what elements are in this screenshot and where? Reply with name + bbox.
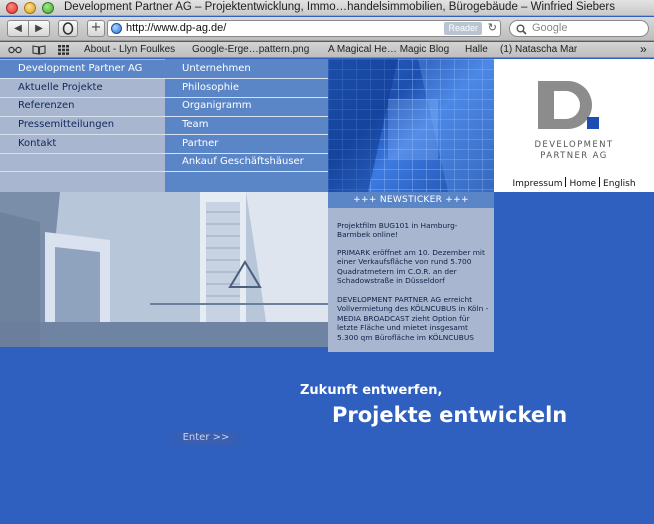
- nav-item-aktuelle-projekte[interactable]: Aktuelle Projekte: [0, 79, 165, 97]
- address-bar[interactable]: http://www.dp-ag.de/ Reader ↻: [107, 20, 501, 37]
- logo-text-line1: DEVELOPMENT: [534, 140, 614, 150]
- nav-item-partner[interactable]: Partner: [165, 135, 328, 153]
- search-icon: [516, 24, 527, 35]
- bookmark-item[interactable]: Google-Erge…pattern.png: [192, 44, 309, 55]
- building-facade-image: [328, 59, 494, 192]
- utility-links: Impressum Home English: [494, 177, 654, 189]
- web-page: Development Partner AG Aktuelle Projekte…: [0, 59, 654, 524]
- architecture-graphic: [0, 192, 328, 347]
- newsticker-panel: +++ NEWSTICKER +++ Projektfilm BUG101 in…: [328, 192, 494, 352]
- enter-button[interactable]: Enter >>: [166, 431, 246, 445]
- home-link[interactable]: Home: [569, 179, 596, 189]
- title-bar: Development Partner AG – Projektentwickl…: [0, 0, 654, 16]
- nav-item-ankauf[interactable]: Ankauf Geschäftshäuser: [165, 153, 328, 171]
- nav-item-philosophie[interactable]: Philosophie: [165, 79, 328, 97]
- bookmark-item[interactable]: A Magical He… Magic Blog: [328, 44, 449, 55]
- dp-logo-icon[interactable]: [538, 81, 600, 129]
- back-arrow-icon: ◀: [14, 23, 22, 34]
- nav-item-referenzen[interactable]: Referenzen: [0, 97, 165, 115]
- add-bookmark-button[interactable]: +: [87, 20, 105, 37]
- bookmark-item[interactable]: Halle: [465, 44, 488, 55]
- reload-icon[interactable]: ↻: [488, 21, 497, 34]
- grid-icon[interactable]: [58, 45, 69, 55]
- impressum-link[interactable]: Impressum: [512, 179, 562, 189]
- reader-button[interactable]: Reader: [444, 22, 482, 35]
- nav-item-team[interactable]: Team: [165, 116, 328, 134]
- back-button[interactable]: ◀: [7, 20, 29, 37]
- more-bookmarks-icon[interactable]: »: [640, 42, 647, 56]
- logo-panel: DEVELOPMENT PARTNER AG Impressum Home Engl…: [494, 59, 654, 192]
- forward-button[interactable]: ▶: [28, 20, 50, 37]
- news-item[interactable]: Projektfilm BUG101 in Hamburg-Barmbek on…: [337, 221, 489, 240]
- search-placeholder: Google: [532, 22, 568, 34]
- plus-icon: +: [90, 20, 102, 35]
- tagline-big: Projekte entwickeln: [332, 403, 568, 427]
- minimize-window-button[interactable]: [24, 2, 36, 14]
- tagline-small: Zukunft entwerfen,: [300, 383, 443, 398]
- url-text[interactable]: http://www.dp-ag.de/: [126, 22, 226, 34]
- newsticker-heading: +++ NEWSTICKER +++: [328, 192, 494, 208]
- close-window-button[interactable]: [6, 2, 18, 14]
- top-sites-button[interactable]: [58, 20, 78, 37]
- logo-text-line2: PARTNER AG: [540, 151, 608, 161]
- bookmarks-book-icon[interactable]: [32, 45, 46, 55]
- globe-icon: [111, 23, 122, 34]
- bookmark-item[interactable]: (1) Natascha Mar: [500, 44, 577, 55]
- bookmarks-bar: About - Llyn Foulkes Google-Erge…pattern…: [0, 42, 654, 58]
- nav-item-development-partner[interactable]: Development Partner AG: [0, 60, 165, 78]
- search-field[interactable]: Google: [509, 20, 649, 37]
- nav-item-pressemitteilungen[interactable]: Pressemitteilungen: [0, 116, 165, 134]
- reading-list-icon[interactable]: [8, 46, 22, 54]
- window-title: Development Partner AG – Projektentwickl…: [64, 1, 615, 13]
- architecture-collage-image: [0, 192, 328, 347]
- nav-item-organigramm[interactable]: Organigramm: [165, 97, 328, 115]
- nav-item-kontakt[interactable]: Kontakt: [0, 135, 165, 153]
- english-link[interactable]: English: [603, 179, 636, 189]
- news-item[interactable]: DEVELOPMENT PARTNER AG erreicht Vollverm…: [337, 295, 489, 342]
- forward-arrow-icon: ▶: [35, 23, 43, 34]
- facade-reflection-graphic: [328, 59, 494, 192]
- bookmark-item[interactable]: About - Llyn Foulkes: [84, 44, 175, 55]
- nav-item-unternehmen[interactable]: Unternehmen: [165, 60, 328, 78]
- browser-toolbar: ◀ ▶ + http://www.dp-ag.de/ Reader ↻ Goog…: [0, 17, 654, 41]
- nav-divider: [0, 153, 165, 154]
- zoom-window-button[interactable]: [42, 2, 54, 14]
- sub-navigation: Unternehmen Philosophie Organigramm Team…: [165, 59, 328, 192]
- nav-divider: [0, 171, 165, 172]
- main-navigation: Development Partner AG Aktuelle Projekte…: [0, 59, 165, 192]
- top-sites-icon: [62, 22, 74, 35]
- nav-divider: [165, 171, 328, 172]
- news-item[interactable]: PRIMARK eröffnet am 10. Dezember mit ein…: [337, 248, 489, 286]
- link-divider: [599, 177, 601, 187]
- link-divider: [565, 177, 567, 187]
